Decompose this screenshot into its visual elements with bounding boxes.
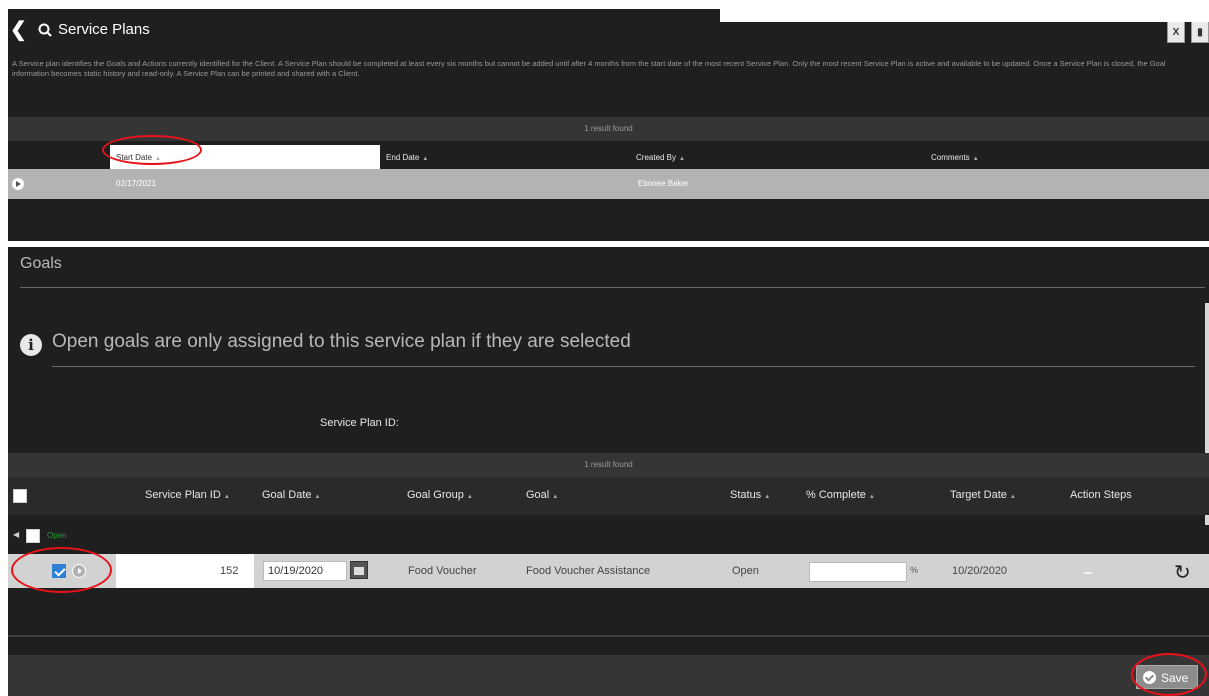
expand-row-icon[interactable] bbox=[12, 178, 24, 190]
save-button[interactable]: Save bbox=[1136, 665, 1198, 689]
column-label: Goal Group bbox=[407, 489, 464, 501]
service-plan-id-label: Service Plan ID: bbox=[320, 417, 399, 429]
column-header-start-date[interactable]: Start Date ▲ bbox=[110, 145, 380, 169]
column-label: Goal Date bbox=[262, 489, 312, 501]
goal-cell: Food Voucher Assistance bbox=[526, 565, 651, 577]
start-date-cell: 02/17/2021 bbox=[116, 179, 157, 188]
status-cell: Open bbox=[732, 565, 759, 577]
export-toolbar: X ▮ bbox=[1167, 21, 1209, 43]
back-button[interactable]: ❮ bbox=[10, 17, 27, 42]
percent-sign: % bbox=[910, 565, 919, 575]
column-header-goal-date[interactable]: Goal Date ▲ bbox=[262, 489, 320, 501]
column-header-action-steps: Action Steps bbox=[1070, 489, 1132, 501]
sort-icon: ▲ bbox=[314, 494, 321, 500]
goals-title: Goals bbox=[20, 255, 62, 272]
sort-icon: ▲ bbox=[679, 156, 685, 162]
calendar-icon[interactable] bbox=[350, 561, 368, 579]
service-plan-id-cell: 152 bbox=[220, 565, 239, 577]
expand-row-icon[interactable] bbox=[72, 564, 86, 578]
action-steps-cell[interactable] bbox=[1084, 572, 1092, 574]
top-link-area bbox=[720, 0, 1209, 22]
sort-icon: ▲ bbox=[868, 494, 875, 500]
sort-icon: ▲ bbox=[223, 494, 230, 500]
sort-icon: ▲ bbox=[1009, 494, 1016, 500]
column-header-end-date[interactable]: End Date ▲ bbox=[380, 145, 630, 169]
service-plan-description: A Service plan identifies the Goals and … bbox=[12, 59, 1166, 78]
column-label: Goal bbox=[526, 489, 550, 501]
column-header-status[interactable]: Status ▲ bbox=[730, 489, 770, 501]
table-row[interactable]: 152 Food Voucher Food Voucher Assistance… bbox=[8, 554, 1209, 588]
column-header-percent-complete[interactable]: % Complete ▲ bbox=[806, 489, 875, 501]
column-label: Start Date bbox=[116, 153, 153, 162]
column-header-goal[interactable]: Goal ▲ bbox=[526, 489, 558, 501]
column-label: End Date bbox=[386, 153, 420, 162]
goals-table-header: Service Plan ID ▲ Goal Date ▲ Goal Group ▲ … bbox=[8, 477, 1209, 515]
group-checkbox[interactable] bbox=[26, 529, 40, 543]
sort-icon: ▲ bbox=[155, 156, 161, 162]
info-message: Open goals are only assigned to this ser… bbox=[52, 331, 631, 352]
results-count-bar: 1 result found bbox=[8, 117, 1209, 141]
table-row[interactable]: 02/17/2021 Ebonee Baker bbox=[8, 169, 1209, 199]
footer-bar: Save bbox=[8, 655, 1209, 696]
goal-select-checkbox[interactable] bbox=[52, 564, 66, 578]
column-header-goal-group[interactable]: Goal Group ▲ bbox=[407, 489, 473, 501]
sort-icon: ▲ bbox=[764, 494, 771, 500]
check-circle-icon bbox=[1143, 671, 1156, 684]
goal-group-row[interactable]: ◀ Open bbox=[8, 525, 1209, 547]
column-label: Created By bbox=[636, 153, 677, 162]
divider bbox=[52, 366, 1195, 367]
column-label: Action Steps bbox=[1070, 489, 1132, 501]
goal-date-input[interactable] bbox=[263, 561, 347, 581]
column-header-service-plan-id[interactable]: Service Plan ID ▲ bbox=[145, 489, 230, 501]
service-plans-table-header: Start Date ▲ End Date ▲ Created By ▲ Commen… bbox=[8, 145, 1209, 169]
results-count-bar: 1 result found bbox=[8, 453, 1209, 477]
print-icon[interactable]: ▮ bbox=[1191, 21, 1209, 43]
service-plans-panel: ❮ Service Plans X ▮ A Service plan ident… bbox=[8, 9, 1209, 241]
sort-icon: ▲ bbox=[466, 494, 473, 500]
column-header-created-by[interactable]: Created By ▲ bbox=[630, 145, 925, 169]
goals-panel: Goals i Open goals are only assigned to … bbox=[8, 247, 1209, 696]
info-icon: i bbox=[20, 334, 42, 356]
sort-icon: ▲ bbox=[972, 156, 979, 162]
page-title: Service Plans bbox=[58, 21, 150, 38]
sort-icon: ▲ bbox=[552, 494, 559, 500]
column-label: Service Plan ID bbox=[145, 489, 221, 501]
page: ❮ Service Plans X ▮ A Service plan ident… bbox=[0, 0, 1209, 696]
title-bar: ❮ Service Plans bbox=[8, 15, 708, 43]
save-label: Save bbox=[1161, 671, 1189, 685]
column-label: Target Date bbox=[950, 489, 1007, 501]
undo-icon[interactable]: ↻ bbox=[1174, 560, 1191, 584]
select-all-checkbox[interactable] bbox=[13, 489, 27, 503]
sort-icon: ▲ bbox=[422, 156, 429, 162]
column-label: Comments bbox=[931, 153, 970, 162]
results-count: 1 result found bbox=[584, 124, 633, 133]
column-label: Status bbox=[730, 489, 762, 501]
excel-export-icon[interactable]: X bbox=[1167, 21, 1185, 43]
percent-complete-input[interactable] bbox=[809, 562, 907, 582]
search-icon[interactable] bbox=[38, 23, 52, 37]
results-count: 1 result found bbox=[584, 460, 633, 469]
target-date-cell: 10/20/2020 bbox=[952, 565, 1008, 577]
column-label: % Complete bbox=[806, 489, 866, 501]
collapse-group-icon[interactable]: ◀ bbox=[13, 530, 19, 539]
goal-group-cell: Food Voucher bbox=[408, 565, 477, 577]
divider bbox=[8, 635, 1209, 637]
column-header-comments[interactable]: Comments ▲ bbox=[925, 145, 1209, 169]
group-label: Open bbox=[47, 531, 67, 540]
divider bbox=[20, 287, 1205, 288]
column-header-target-date[interactable]: Target Date ▲ bbox=[950, 489, 1016, 501]
created-by-cell: Ebonee Baker bbox=[638, 179, 689, 188]
